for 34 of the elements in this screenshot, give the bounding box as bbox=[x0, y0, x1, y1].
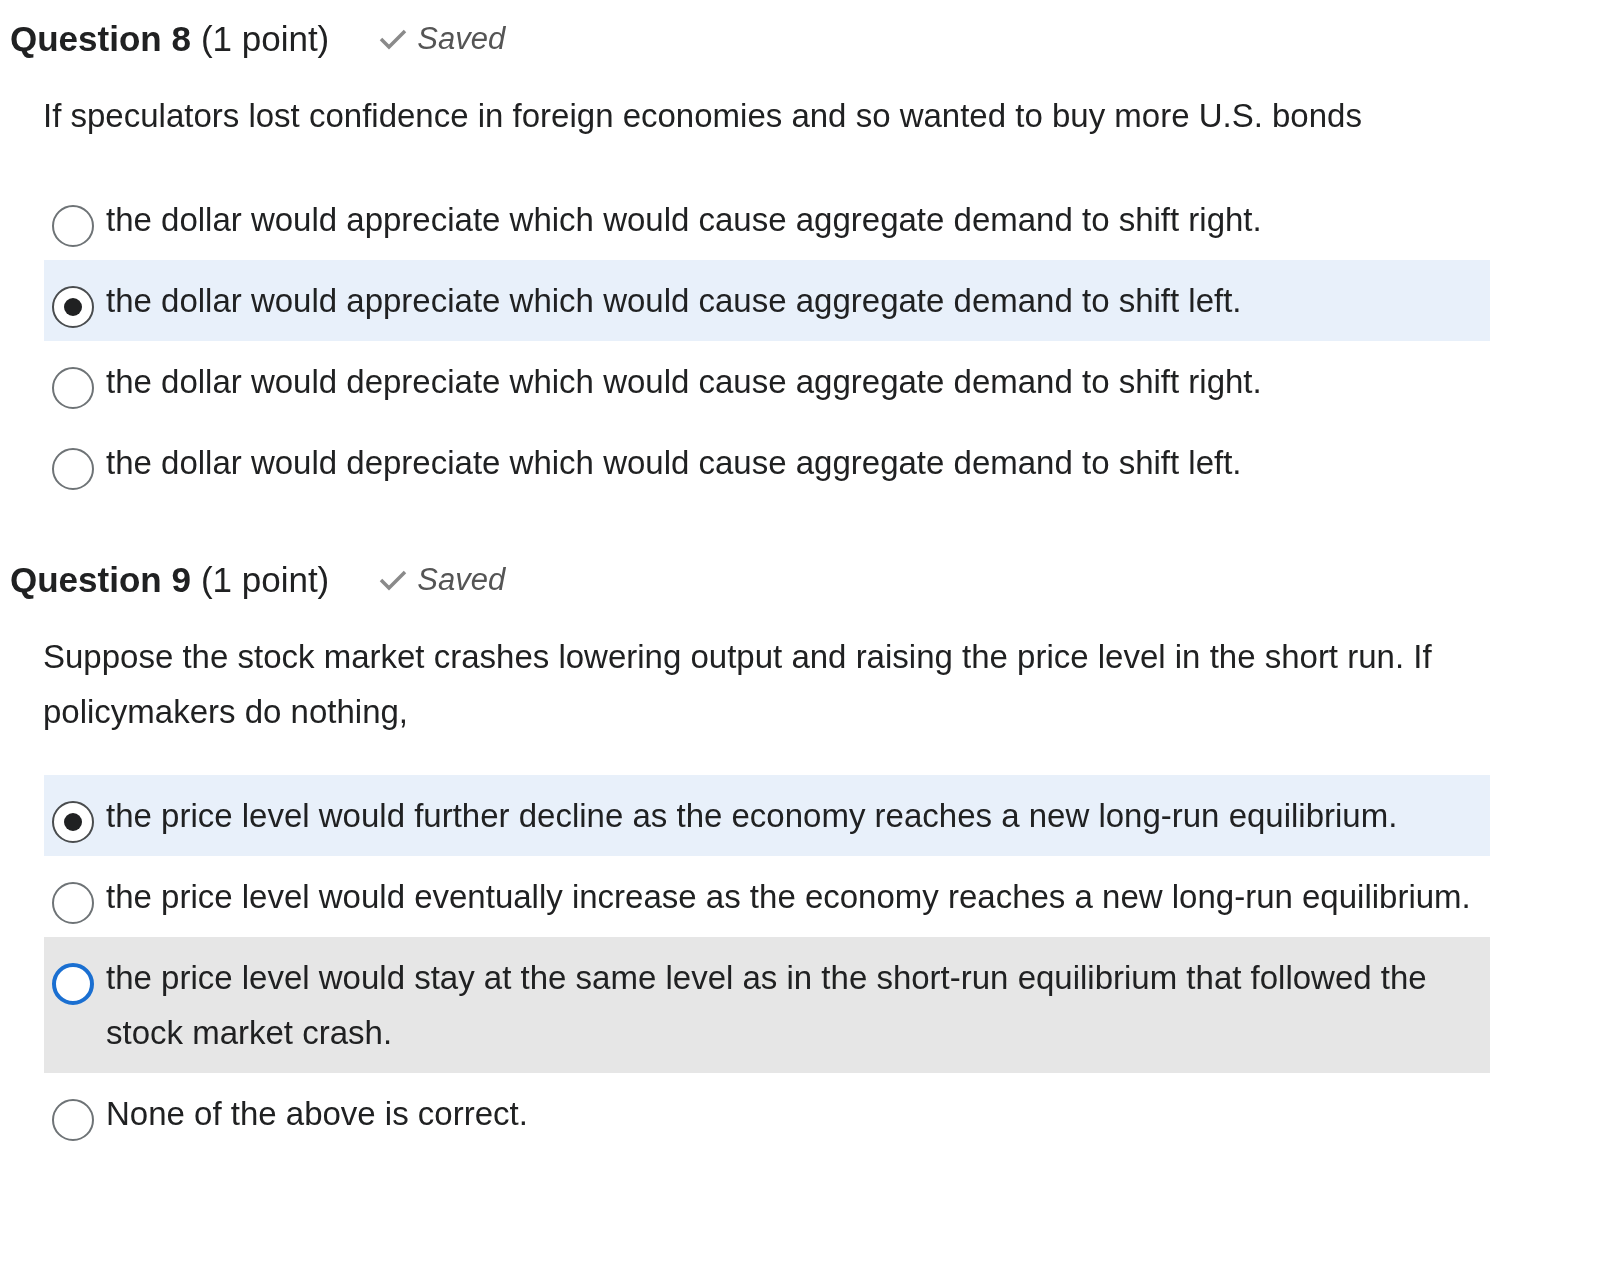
answer-option[interactable]: None of the above is correct. bbox=[44, 1073, 1490, 1154]
saved-status: Saved bbox=[417, 562, 506, 598]
option-text: None of the above is correct. bbox=[106, 1094, 529, 1134]
question-text: Suppose the stock market crashes lowering output and raising the price level in the short run. If policymakers do nothing, bbox=[43, 637, 1433, 732]
option-text: the price level would stay at the same level as in the short-run equilibrium that followed the stock market crash. bbox=[106, 958, 1428, 1053]
answer-option[interactable]: the price level would further decline as the economy reaches a new long-run equilibrium. bbox=[44, 775, 1490, 856]
question-title: Question 9 bbox=[10, 560, 191, 600]
saved-status: Saved bbox=[417, 21, 506, 57]
radio-button[interactable] bbox=[52, 882, 94, 924]
option-text: the price level would further decline as the economy reaches a new long-run equilibrium. bbox=[106, 796, 1399, 836]
radio-button[interactable] bbox=[52, 367, 94, 409]
radio-button[interactable] bbox=[52, 205, 94, 247]
answer-option[interactable]: the price level would stay at the same level as in the short-run equilibrium that followed the stock market crash. bbox=[44, 937, 1490, 1073]
answer-option[interactable]: the dollar would depreciate which would cause aggregate demand to shift right. bbox=[44, 341, 1490, 422]
question-points: (1 point) bbox=[200, 19, 330, 59]
answer-option[interactable]: the dollar would appreciate which would cause aggregate demand to shift left. bbox=[44, 260, 1490, 341]
radio-button[interactable] bbox=[52, 448, 94, 490]
answer-option[interactable]: the price level would eventually increase as the economy reaches a new long-run equilibrium. bbox=[44, 856, 1490, 937]
radio-button[interactable] bbox=[52, 801, 94, 843]
question-text: If speculators lost confidence in foreign economies and so wanted to buy more U.S. bonds bbox=[43, 96, 1363, 136]
question-points: (1 point) bbox=[200, 560, 330, 600]
radio-button[interactable] bbox=[52, 1099, 94, 1141]
checkmark-icon bbox=[379, 28, 408, 50]
question-title: Question 8 bbox=[10, 19, 191, 59]
answer-option[interactable]: the dollar would appreciate which would cause aggregate demand to shift right. bbox=[44, 179, 1490, 260]
checkmark-icon bbox=[379, 569, 408, 591]
answer-option[interactable]: the dollar would depreciate which would cause aggregate demand to shift left. bbox=[44, 422, 1490, 503]
option-text: the dollar would depreciate which would cause aggregate demand to shift right. bbox=[106, 362, 1263, 402]
radio-button[interactable] bbox=[52, 963, 94, 1005]
radio-button[interactable] bbox=[52, 286, 94, 328]
option-text: the price level would eventually increase as the economy reaches a new long-run equilibrium. bbox=[106, 877, 1472, 917]
option-text: the dollar would depreciate which would cause aggregate demand to shift left. bbox=[106, 443, 1243, 483]
option-text: the dollar would appreciate which would cause aggregate demand to shift left. bbox=[106, 281, 1243, 321]
option-text: the dollar would appreciate which would cause aggregate demand to shift right. bbox=[106, 200, 1263, 240]
